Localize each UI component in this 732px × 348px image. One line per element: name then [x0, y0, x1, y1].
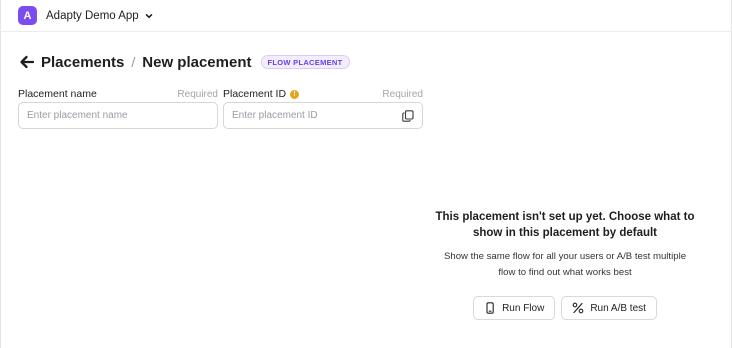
placement-id-field: Placement ID ! Required [223, 88, 423, 129]
placement-type-badge: FLOW PLACEMENT [260, 55, 350, 69]
phone-icon [484, 302, 496, 314]
empty-state: This placement isn't set up yet. Choose … [419, 209, 711, 320]
info-icon[interactable]: ! [290, 89, 300, 99]
empty-state-description: Show the same flow for all your users or… [419, 249, 711, 281]
run-ab-test-label: Run A/B test [590, 302, 646, 314]
placement-id-label: Placement ID [223, 88, 287, 100]
breadcrumb-placements[interactable]: Placements [41, 54, 124, 71]
placement-name-input-box[interactable] [18, 102, 218, 129]
placement-name-required: Required [177, 88, 218, 100]
placement-id-required: Required [382, 88, 423, 100]
run-ab-test-button[interactable]: Run A/B test [561, 296, 657, 320]
app-frame: A Adapty Demo App Placements / New place… [0, 0, 732, 348]
app-avatar[interactable]: A [18, 6, 37, 25]
page-header: Placements / New placement FLOW PLACEMEN… [18, 52, 350, 72]
arrow-left-icon[interactable] [18, 53, 36, 71]
placement-name-label: Placement name [18, 88, 97, 100]
empty-state-actions: Run Flow Run A/B test [419, 296, 711, 320]
empty-state-desc-line: flow to find out what works best [498, 267, 632, 278]
page-title: New placement [142, 53, 252, 71]
empty-state-desc-line: Show the same flow for all your users or… [443, 251, 687, 262]
copy-icon[interactable] [402, 109, 414, 122]
placement-name-input[interactable] [27, 110, 209, 121]
placement-id-label-wrap: Placement ID ! [223, 88, 300, 100]
empty-state-title-line: show in this placement by default [472, 227, 658, 239]
empty-state-title: This placement isn't set up yet. Choose … [419, 209, 711, 241]
run-flow-label: Run Flow [502, 302, 545, 314]
breadcrumb-separator: / [131, 54, 136, 70]
placement-name-field: Placement name Required [18, 88, 218, 129]
placement-id-input[interactable] [232, 110, 402, 121]
chevron-down-icon[interactable] [144, 11, 154, 21]
app-switcher-name[interactable]: Adapty Demo App [46, 10, 139, 22]
run-flow-button[interactable]: Run Flow [473, 296, 556, 320]
top-bar: A Adapty Demo App [1, 0, 731, 32]
empty-state-title-line: This placement isn't set up yet. Choose … [435, 211, 695, 223]
percent-icon [572, 302, 584, 314]
placement-id-input-box[interactable] [223, 102, 423, 129]
